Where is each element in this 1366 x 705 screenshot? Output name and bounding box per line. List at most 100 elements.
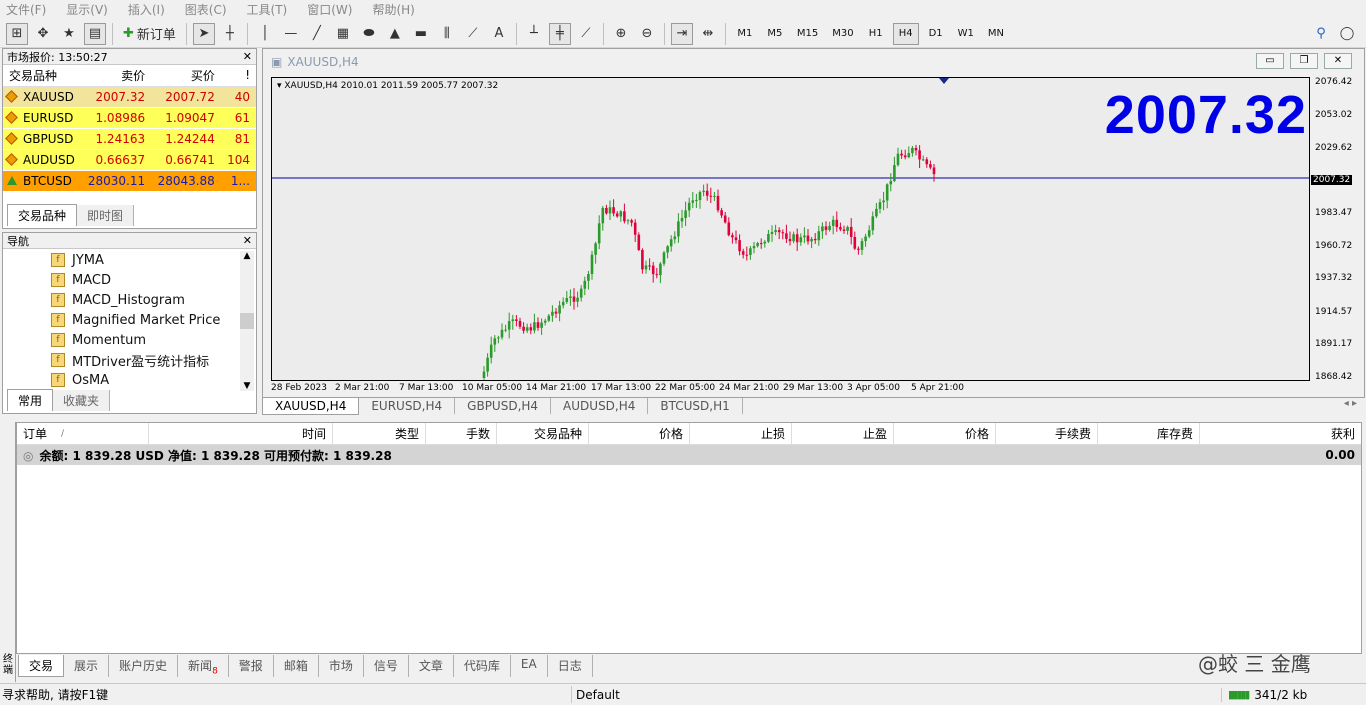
auto-scroll-icon[interactable]: ⇥ [670, 22, 693, 45]
list-item[interactable]: f Magnified Market Price [51, 310, 256, 330]
menu-window[interactable]: 窗口(W) [307, 1, 352, 18]
table-row[interactable]: BTCUSD 28030.11 28043.88 1... [3, 170, 256, 192]
fibonacci-icon[interactable]: ⫼ [436, 23, 458, 45]
scroll-thumb[interactable] [240, 313, 254, 329]
table-row[interactable]: XAUUSD 2007.32 2007.72 40 [3, 86, 256, 108]
list-item[interactable]: f MACD [51, 270, 256, 290]
table-row[interactable]: AUDUSD 0.66637 0.66741 104 [3, 149, 256, 171]
tf-m30[interactable]: M30 [827, 23, 858, 45]
restore-button[interactable]: ❐ [1290, 53, 1318, 69]
text-icon[interactable]: A [488, 23, 510, 45]
tab-articles[interactable]: 文章 [409, 655, 454, 677]
chart-shift-marker[interactable] [939, 78, 949, 84]
col-spread[interactable]: ! [220, 65, 256, 87]
table-row[interactable]: GBPUSD 1.24163 1.24244 81 [3, 128, 256, 150]
col-commission[interactable]: 手续费 [996, 423, 1098, 444]
chat-icon[interactable]: ◯ [1336, 23, 1358, 45]
search-icon[interactable]: ⚲ [1310, 23, 1332, 45]
tab-journal[interactable]: 日志 [548, 655, 593, 677]
tf-m1[interactable]: M1 [732, 23, 758, 45]
tf-h4[interactable]: H4 [892, 22, 919, 45]
menu-help[interactable]: 帮助(H) [372, 1, 414, 18]
tab-signals[interactable]: 信号 [364, 655, 409, 677]
chart-area[interactable]: ▾ XAUUSD,H4 2010.01 2011.59 2005.77 2007… [271, 77, 1310, 381]
balance-row[interactable]: ◎ 余额: 1 839.28 USD 净值: 1 839.28 可用预付款: 1 … [17, 445, 1361, 465]
col-sl[interactable]: 止损 [690, 423, 792, 444]
chart-tab-xauusd[interactable]: XAUUSD,H4 [262, 398, 360, 415]
col-type[interactable]: 类型 [333, 423, 426, 444]
rectangle-icon[interactable]: ▬ [410, 23, 432, 45]
chart-tab-gbpusd[interactable]: GBPUSD,H4 [455, 398, 552, 414]
tf-d1[interactable]: D1 [923, 23, 949, 45]
tab-ea[interactable]: EA [511, 655, 548, 677]
list-item[interactable]: f OsMA [51, 370, 256, 390]
list-item[interactable]: f MACD_Histogram [51, 290, 256, 310]
market-watch-icon[interactable]: ▤ [84, 22, 106, 45]
profiles-icon[interactable]: ✥ [32, 23, 54, 45]
scroll-up-icon[interactable]: ▲ [240, 251, 254, 261]
horizontal-line-icon[interactable]: — [280, 23, 302, 45]
navigator-scrollbar[interactable]: ▲ ▼ [240, 251, 254, 391]
menu-tools[interactable]: 工具(T) [247, 1, 288, 18]
tf-m15[interactable]: M15 [792, 23, 823, 45]
vertical-line-icon[interactable]: │ [254, 23, 276, 45]
favorites-icon[interactable]: ★ [58, 23, 80, 45]
candle-chart-icon[interactable]: ╪ [548, 22, 571, 45]
menu-chart[interactable]: 图表(C) [185, 1, 227, 18]
col-lots[interactable]: 手数 [426, 423, 497, 444]
gann-icon[interactable]: ⟋ [462, 23, 484, 45]
close-icon[interactable]: ✕ [243, 234, 252, 247]
tab-code-base[interactable]: 代码库 [454, 655, 511, 677]
tab-symbols[interactable]: 交易品种 [7, 204, 78, 226]
crosshair-icon[interactable]: ┼ [219, 23, 241, 45]
close-button[interactable]: ✕ [1324, 53, 1352, 69]
col-price[interactable]: 价格 [589, 423, 690, 444]
tab-tick-chart[interactable]: 即时图 [77, 205, 135, 226]
cursor-icon[interactable]: ➤ [192, 22, 215, 45]
line-chart-icon[interactable]: ⟋ [575, 23, 597, 45]
tab-account-history[interactable]: 账户历史 [109, 655, 179, 677]
chart-tab-eurusd[interactable]: EURUSD,H4 [359, 398, 456, 414]
menu-insert[interactable]: 插入(I) [128, 1, 165, 18]
tf-m5[interactable]: M5 [762, 23, 788, 45]
tab-exposure[interactable]: 展示 [64, 655, 110, 677]
col-symbol[interactable]: 交易品种 [3, 65, 82, 87]
chart-tab-audusd[interactable]: AUDUSD,H4 [551, 398, 649, 414]
list-item[interactable]: f JYMA [51, 250, 256, 270]
col-ask[interactable]: 买价 [151, 65, 221, 87]
tab-alerts[interactable]: 警报 [229, 655, 274, 677]
tab-news[interactable]: 新闻8 [178, 655, 229, 677]
scroll-down-icon[interactable]: ▼ [240, 381, 254, 391]
table-row[interactable]: EURUSD 1.08986 1.09047 61 [3, 107, 256, 129]
new-order-button[interactable]: ✚ 新订单 [119, 23, 180, 45]
trendline-icon[interactable]: ╱ [306, 23, 328, 45]
zoom-in-icon[interactable]: ⊕ [610, 23, 632, 45]
col-price2[interactable]: 价格 [894, 423, 996, 444]
new-chart-icon[interactable]: ⊞ [6, 22, 28, 45]
ellipse-icon[interactable]: ⬬ [358, 23, 380, 45]
tab-scroll-arrows-icon[interactable]: ◂ ▸ [1344, 398, 1357, 409]
col-tp[interactable]: 止盈 [792, 423, 894, 444]
status-profile[interactable]: Default [572, 687, 1222, 702]
tab-market[interactable]: 市场 [319, 655, 364, 677]
tab-mailbox[interactable]: 邮箱 [274, 655, 319, 677]
bar-chart-icon[interactable]: ┴ [523, 23, 545, 45]
col-bid[interactable]: 卖价 [81, 65, 152, 87]
tf-h1[interactable]: H1 [863, 23, 889, 45]
menu-view[interactable]: 显示(V) [66, 1, 108, 18]
close-icon[interactable]: ✕ [243, 50, 252, 63]
tf-mn[interactable]: MN [983, 23, 1009, 45]
menu-file[interactable]: 文件(F) [6, 1, 46, 18]
channel-icon[interactable]: ▦ [332, 23, 354, 45]
chart-tab-btcusd[interactable]: BTCUSD,H1 [648, 398, 743, 414]
chart-shift-icon[interactable]: ⇹ [697, 23, 719, 45]
tf-w1[interactable]: W1 [953, 23, 979, 45]
zoom-out-icon[interactable]: ⊖ [636, 23, 658, 45]
col-time[interactable]: 时间 [149, 423, 333, 444]
tab-common[interactable]: 常用 [7, 389, 54, 411]
triangle-icon[interactable]: ▲ [384, 23, 406, 45]
col-order[interactable]: 订单 / [17, 423, 149, 444]
status-connection[interactable]: ▮▮▮▮▮ 341/2 kb [1222, 688, 1307, 702]
col-swap[interactable]: 库存费 [1098, 423, 1200, 444]
minimize-button[interactable]: ▭ [1256, 53, 1284, 69]
